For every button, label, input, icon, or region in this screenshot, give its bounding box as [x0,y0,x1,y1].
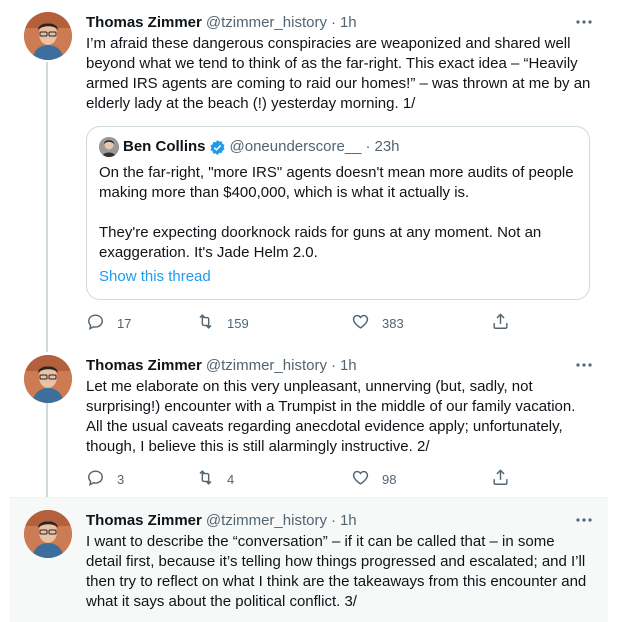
share-button[interactable] [491,312,510,334]
verified-badge-icon [209,139,226,156]
like-count: 383 [382,315,404,331]
tweet-1[interactable]: Thomas Zimmer @tzimmer_history · 1h I’m … [10,0,608,345]
separator-dot: · [330,511,336,529]
author-handle[interactable]: @tzimmer_history [206,14,327,31]
tweet-header: Thomas Zimmer @tzimmer_history · 1h [86,355,598,375]
quoted-author-handle: @oneunderscore__ [229,138,362,155]
show-thread-link[interactable]: Show this thread [99,267,577,287]
like-button[interactable]: 98 [351,468,396,490]
tweet-text: I’m afraid these dangerous conspiracies … [86,35,591,112]
reply-count: 17 [117,315,132,331]
timestamp[interactable]: 1h [340,512,357,529]
quoted-tweet[interactable]: Ben Collins @oneunderscore__ · 23h On th… [86,126,590,300]
timestamp[interactable]: 1h [340,14,357,31]
more-icon[interactable] [574,12,594,32]
more-icon[interactable] [574,355,594,375]
avatar[interactable] [24,510,72,558]
reply-icon [86,468,105,490]
quoted-tweet-header: Ben Collins @oneunderscore__ · 23h [99,137,577,157]
reply-button[interactable]: 17 [86,312,131,334]
quoted-timestamp: 23h [374,138,400,155]
tweet-header: Thomas Zimmer @tzimmer_history · 1h [86,510,598,530]
tweet-text: Let me elaborate on this very unpleasant… [86,378,576,455]
author-handle[interactable]: @tzimmer_history [206,357,327,374]
tweet-text: I want to describe the “conversation” – … [86,533,587,610]
retweet-count: 159 [227,315,249,331]
like-count: 98 [382,471,397,487]
timestamp[interactable]: 1h [340,357,357,374]
tweet-3[interactable]: Thomas Zimmer @tzimmer_history · 1h I wa… [10,498,608,622]
like-icon [351,312,370,334]
tweet-2[interactable]: Thomas Zimmer @tzimmer_history · 1h Let … [10,345,608,497]
reply-count: 3 [117,471,125,487]
like-icon [351,468,370,490]
like-button[interactable]: 383 [351,312,404,334]
avatar[interactable] [24,355,72,403]
author-name[interactable]: Thomas Zimmer [86,14,202,31]
quoted-text-paragraph: On the far-right, "more IRS" agents does… [99,164,574,201]
author-handle[interactable]: @tzimmer_history [206,512,327,529]
avatar[interactable] [24,12,72,60]
retweet-icon [196,312,215,334]
retweet-button[interactable]: 159 [196,312,249,334]
author-name[interactable]: Thomas Zimmer [86,512,202,529]
reply-button[interactable]: 3 [86,468,124,490]
retweet-button[interactable]: 4 [196,468,234,490]
retweet-count: 4 [227,471,235,487]
quoted-text-paragraph: They're expecting doorknock raids for gu… [99,224,542,261]
separator-dot: · [330,13,336,31]
tweet-thread: Thomas Zimmer @tzimmer_history · 1h I’m … [0,0,618,622]
share-icon [491,468,510,490]
tweet-header: Thomas Zimmer @tzimmer_history · 1h [86,12,598,32]
tweet-actions: 17 159 383 [86,313,526,333]
retweet-icon [196,468,215,490]
separator-dot: · [365,138,371,155]
reply-icon [86,312,105,334]
tweet-actions: 3 4 98 [86,469,526,489]
separator-dot: · [330,356,336,374]
share-icon [491,312,510,334]
author-name[interactable]: Thomas Zimmer [86,357,202,374]
more-icon[interactable] [574,510,594,530]
share-button[interactable] [491,468,510,490]
quoted-author-name: Ben Collins [123,138,206,155]
quoted-avatar [99,137,119,157]
